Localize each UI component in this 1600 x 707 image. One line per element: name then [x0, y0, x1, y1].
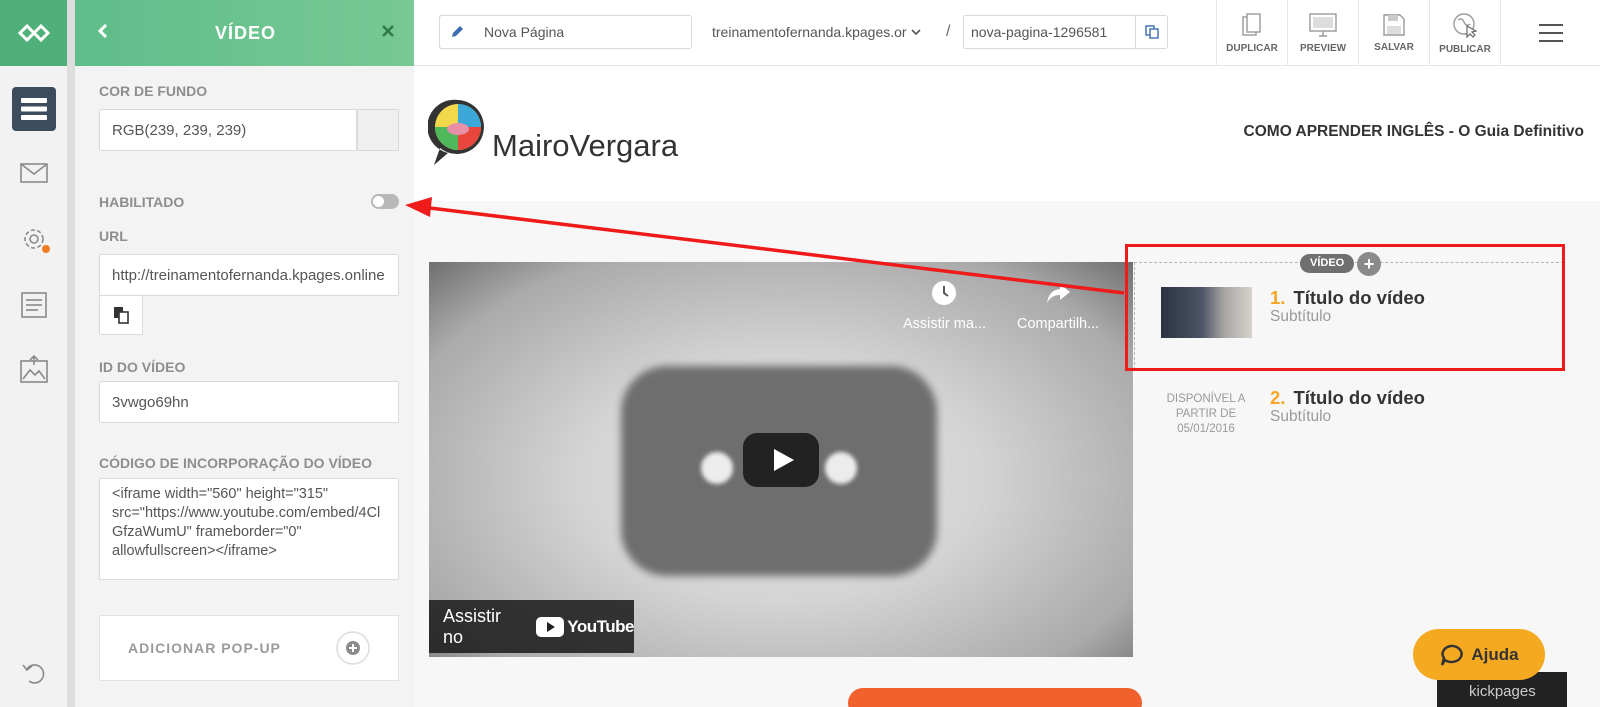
editor-topbar: Nova Página treinamentofernanda.kpages.o… [414, 0, 1600, 66]
playlist-item-title-text: Título do vídeo [1293, 387, 1425, 408]
slug-input[interactable]: nova-pagina-1296581 [963, 15, 1168, 49]
video-settings-panel: VÍDEO COR DE FUNDO RGB(239, 239, 239) HA… [68, 0, 421, 707]
site-header: MairoVergara COMO APRENDER INGLÊS - O Gu… [414, 66, 1600, 201]
copy-url-button[interactable] [99, 295, 143, 335]
close-button[interactable] [382, 24, 394, 42]
video-id-input[interactable]: 3vwgo69hn [99, 381, 399, 423]
help-label: Ajuda [1471, 644, 1519, 664]
image-upload-icon [20, 355, 48, 383]
watch-later-button[interactable]: Assistir ma... [903, 278, 986, 332]
duplicate-button[interactable]: DUPLICAR [1216, 0, 1287, 66]
clock-icon [932, 281, 957, 305]
rail-undo-button[interactable] [12, 650, 56, 694]
kickpages-logo-icon [17, 24, 50, 42]
preview-label: PREVIEW [1299, 42, 1347, 54]
close-icon [382, 25, 394, 37]
chevron-left-icon [97, 23, 108, 38]
availability-note: DISPONÍVEL A PARTIR DE 05/01/2016 [1166, 393, 1246, 435]
copy-icon [114, 307, 129, 324]
app-logo[interactable] [0, 0, 67, 66]
site-title[interactable]: COMO APRENDER INGLÊS - O Guia Definitivo [1244, 123, 1584, 141]
globe-cursor-icon [1453, 12, 1478, 38]
url-label: URL [99, 228, 128, 244]
watch-on-label: Assistir no [443, 605, 501, 647]
panel-title: VÍDEO [214, 22, 276, 43]
save-button[interactable]: SALVAR [1358, 0, 1429, 66]
rail-settings-button[interactable] [12, 217, 56, 261]
share-button[interactable]: Compartilh... [1017, 278, 1099, 332]
pencil-icon [452, 26, 463, 37]
preview-button[interactable]: PREVIEW [1287, 0, 1358, 66]
undo-icon [22, 664, 45, 684]
chevron-down-icon [911, 28, 921, 35]
domain-select[interactable]: treinamentofernanda.kpages.or [712, 24, 921, 40]
video-player[interactable]: Assistir ma... Compartilh... Assistir no… [429, 262, 1133, 657]
back-button[interactable] [97, 23, 109, 44]
playlist-item-title[interactable]: 2. Título do vídeo [1270, 387, 1425, 409]
url-input[interactable]: http://treinamentofernanda.kpages.online [99, 254, 399, 296]
menu-list-icon [21, 98, 47, 120]
slug-value: nova-pagina-1296581 [971, 24, 1108, 40]
enabled-label: HABILITADO [99, 194, 185, 210]
highlight-box [1125, 244, 1565, 371]
notification-dot [42, 245, 50, 253]
embed-code-textarea[interactable]: <iframe width="560" height="315" src="ht… [99, 478, 399, 580]
share-arrow-icon [1047, 284, 1071, 303]
watch-on-youtube-button[interactable]: Assistir no YouTube [429, 600, 634, 653]
thumbnail-shape [825, 452, 857, 484]
rail-form-button[interactable] [12, 282, 56, 326]
background-color-input[interactable]: RGB(239, 239, 239) [99, 109, 357, 151]
add-popup-row[interactable]: ADICIONAR POP-UP [99, 615, 399, 681]
share-label: Compartilh... [1017, 316, 1100, 332]
domain-value: treinamentofernanda.kpages.or [712, 24, 907, 40]
color-swatch-button[interactable] [357, 109, 399, 151]
panel-header: VÍDEO [75, 0, 414, 66]
thumbnail-shape [701, 452, 733, 484]
youtube-logo: YouTube [536, 616, 634, 637]
save-label: SALVAR [1374, 41, 1414, 53]
envelope-icon [20, 163, 48, 183]
publish-label: PUBLICAR [1439, 43, 1491, 55]
embed-code-label: CÓDIGO DE INCORPORAÇÃO DO VÍDEO [99, 455, 373, 471]
help-button[interactable]: Ajuda [1413, 629, 1545, 680]
copy-slug-button[interactable] [1135, 16, 1167, 48]
rail-media-button[interactable] [12, 347, 56, 391]
add-popup-label: ADICIONAR POP-UP [128, 640, 281, 656]
icon-rail [0, 0, 68, 707]
path-separator: / [946, 23, 951, 40]
form-icon [21, 292, 47, 318]
watch-later-label: Assistir ma... [903, 316, 986, 332]
brand-logo-icon [428, 99, 484, 165]
hamburger-icon [1538, 24, 1563, 42]
rail-email-button[interactable] [12, 151, 56, 195]
playlist-item-number: 2. [1270, 387, 1286, 408]
duplicate-label: DUPLICAR [1226, 42, 1278, 54]
monitor-icon [1309, 12, 1337, 37]
publish-button[interactable]: PUBLICAR [1429, 0, 1500, 66]
cta-button-edge[interactable] [848, 688, 1142, 707]
rail-menu-button[interactable] [12, 87, 56, 131]
video-id-label: ID DO VÍDEO [99, 359, 186, 375]
floppy-disk-icon [1383, 13, 1405, 36]
page-name-input[interactable]: Nova Página [439, 15, 692, 49]
duplicate-icon [1242, 12, 1261, 36]
youtube-wordmark: YouTube [567, 616, 634, 636]
brand-name: MairoVergara [492, 128, 679, 163]
enabled-toggle[interactable] [371, 194, 399, 209]
playlist-item-subtitle: Subtítulo [1270, 408, 1332, 425]
youtube-play-icon [536, 616, 565, 637]
page-name-value: Nova Página [484, 24, 565, 40]
background-color-label: COR DE FUNDO [99, 83, 208, 99]
editor-app: VÍDEO COR DE FUNDO RGB(239, 239, 239) HA… [0, 0, 1600, 707]
hamburger-menu-button[interactable] [1500, 0, 1600, 66]
copy-icon [1144, 25, 1159, 39]
chat-bubble-icon [1441, 644, 1464, 666]
play-button[interactable] [743, 433, 819, 487]
add-circle-icon [336, 631, 370, 665]
page-canvas: MairoVergara COMO APRENDER INGLÊS - O Gu… [414, 66, 1600, 707]
